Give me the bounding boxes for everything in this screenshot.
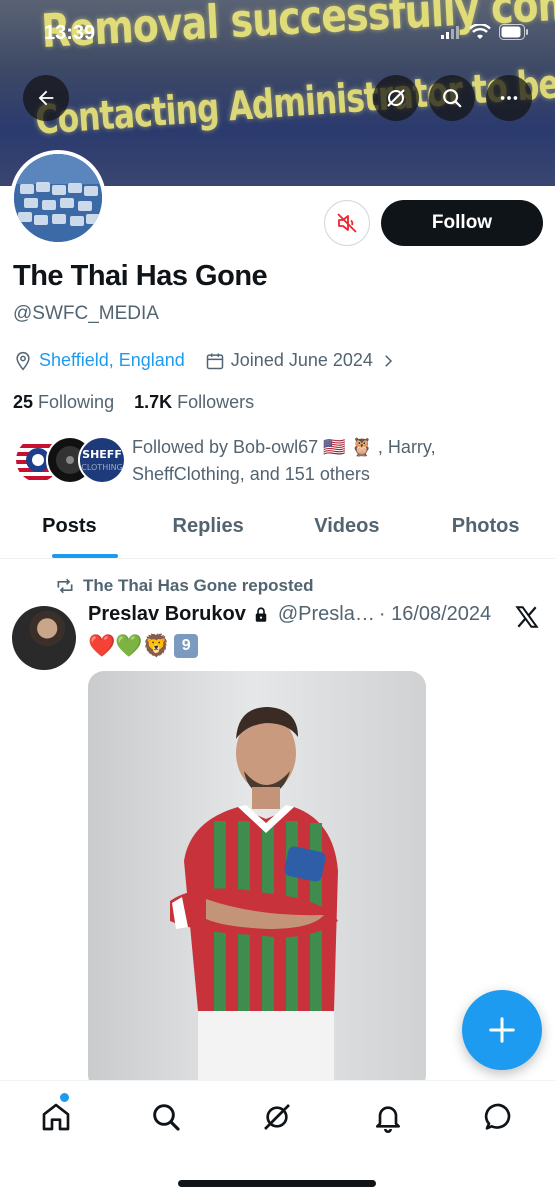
home-indicator[interactable] [178, 1180, 376, 1187]
status-time: 13:39 [44, 22, 96, 44]
banner-text-line1: Removal successfully completed! [40, 0, 555, 58]
profile-meta-row: Sheffield, England Joined June 2024 [13, 350, 397, 371]
tab-replies[interactable]: Replies [139, 505, 278, 558]
location-pin-icon [16, 351, 30, 370]
followed-by-avatars[interactable]: SHEFF CLOTHING [14, 436, 126, 484]
repost-indicator: The Thai Has Gone reposted [55, 576, 314, 596]
search-button[interactable] [429, 75, 475, 121]
back-button[interactable] [23, 75, 69, 121]
back-arrow-icon [38, 90, 54, 106]
post-text: ❤️💚🦁 9 [88, 633, 199, 659]
grok-button[interactable] [373, 75, 419, 121]
svg-text:CLOTHING: CLOTHING [81, 463, 123, 472]
grok-icon [387, 89, 405, 107]
compose-button[interactable] [462, 990, 542, 1070]
nav-grok[interactable] [259, 1099, 295, 1135]
post-author-handle[interactable]: @Presla… [278, 603, 375, 626]
avatar-image [14, 154, 102, 242]
nav-search[interactable] [148, 1099, 184, 1135]
wifi-icon [469, 24, 491, 39]
post-date: · 16/08/2024 [378, 603, 492, 625]
status-icons [441, 24, 529, 40]
profile-handle: @SWFC_MEDIA [13, 303, 159, 324]
muted-speaker-icon [337, 213, 357, 233]
tab-posts[interactable]: Posts [0, 505, 139, 558]
follower-avatar-3: SHEFF CLOTHING [78, 436, 126, 484]
search-icon [153, 1104, 180, 1131]
keycap-emoji: 9 [174, 634, 199, 658]
plus-icon [489, 1017, 515, 1043]
follow-button[interactable]: Follow [381, 200, 543, 246]
chat-bubble-icon [484, 1103, 511, 1130]
tab-photos[interactable]: Photos [416, 505, 555, 558]
calendar-icon [206, 353, 224, 369]
home-notification-dot [60, 1093, 69, 1102]
profile-joined-date: Joined June 2024 [230, 350, 373, 370]
nav-messages[interactable] [481, 1099, 517, 1135]
profile-tabs: Posts Replies Videos Photos [0, 505, 555, 559]
more-icon [500, 96, 518, 100]
grok-icon [264, 1104, 290, 1130]
following-link[interactable]: 25 Following [13, 392, 114, 412]
follow-counts: 25 Following 1.7K Followers [13, 392, 254, 413]
svg-text:SHEFF: SHEFF [82, 448, 122, 461]
bell-icon [376, 1106, 400, 1133]
profile-location[interactable]: Sheffield, England [39, 350, 185, 371]
post-header: Preslav Borukov @Presla… · 16/08/2024 [88, 603, 491, 626]
unmute-button[interactable] [324, 200, 370, 246]
chevron-right-icon[interactable] [379, 352, 397, 370]
profile-avatar[interactable] [10, 150, 106, 246]
nav-home[interactable] [38, 1099, 74, 1135]
repost-icon [57, 578, 73, 594]
post-image[interactable] [88, 671, 426, 1091]
x-logo-icon [515, 606, 539, 628]
lock-icon [255, 607, 267, 622]
home-icon [42, 1103, 70, 1131]
signal-icon [441, 26, 459, 39]
post-emoji-text: ❤️💚🦁 [88, 633, 171, 658]
repost-text: The Thai Has Gone reposted [83, 576, 314, 595]
profile-display-name: The Thai Has Gone [13, 260, 268, 292]
player-photo [170, 707, 338, 1091]
more-button[interactable] [486, 75, 532, 121]
followers-link[interactable]: 1.7K Followers [134, 392, 254, 412]
post-author-name[interactable]: Preslav Borukov [88, 603, 246, 626]
post-author-avatar[interactable] [12, 606, 76, 670]
nav-notifications[interactable] [370, 1099, 406, 1135]
followed-by-text[interactable]: Followed by Bob-owl67 🇺🇸 🦉 , Harry, Shef… [132, 434, 532, 488]
tab-videos[interactable]: Videos [278, 505, 417, 558]
battery-icon [499, 24, 528, 40]
search-icon [443, 89, 462, 108]
